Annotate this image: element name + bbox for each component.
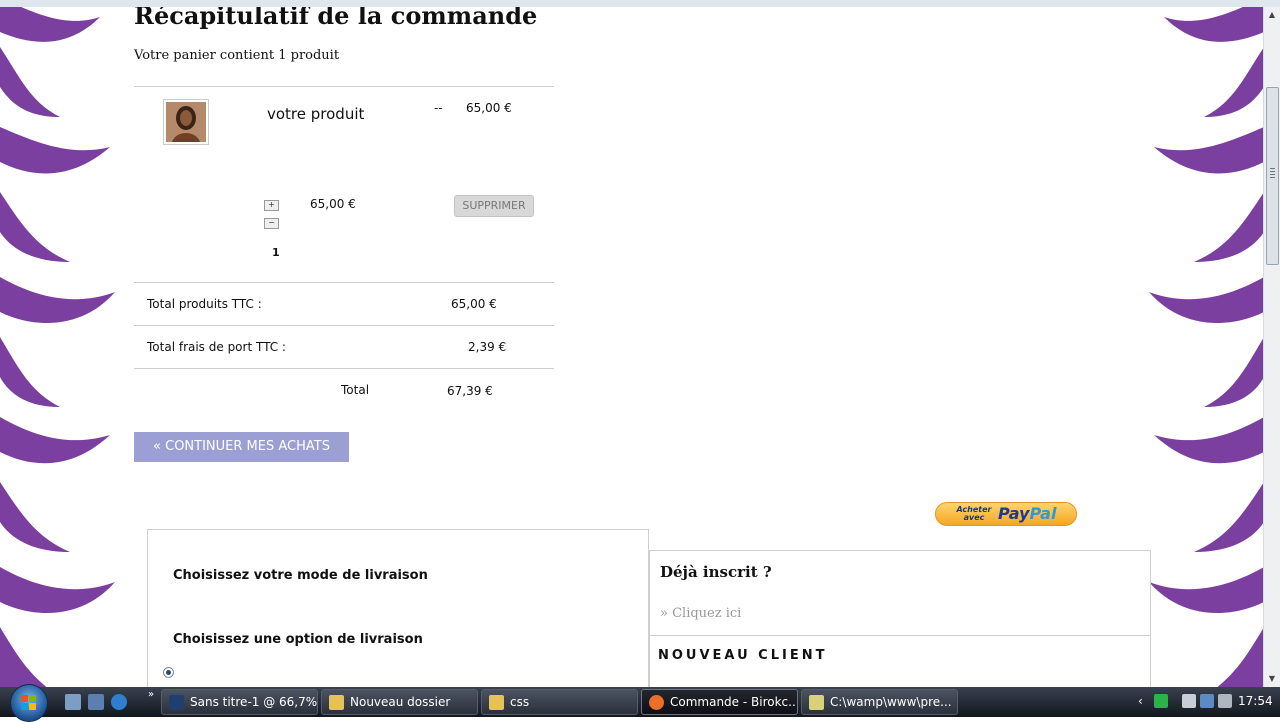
taskbar-button-folder[interactable]: Nouveau dossier bbox=[321, 689, 478, 715]
delivery-option-radio[interactable] bbox=[163, 667, 174, 678]
wamp-server-icon[interactable] bbox=[1154, 694, 1168, 708]
taskbar-button-css-folder[interactable]: css bbox=[481, 689, 638, 715]
grand-total-value: 67,39 € bbox=[447, 384, 493, 398]
scrollbar-thumb[interactable] bbox=[1266, 87, 1279, 265]
windows-logo-icon bbox=[21, 695, 37, 711]
continue-shopping-button[interactable]: « CONTINUER MES ACHATS bbox=[134, 432, 349, 462]
delivery-mode-heading: Choisissez votre mode de livraison bbox=[173, 568, 428, 583]
tray-expand-icon[interactable]: ‹ bbox=[1138, 694, 1143, 708]
network-icon[interactable] bbox=[1200, 694, 1214, 708]
delivery-panel bbox=[147, 529, 649, 687]
login-link[interactable]: » Cliquez ici bbox=[660, 606, 741, 621]
windows-taskbar: » Sans titre-1 @ 66,7%... Nouveau dossie… bbox=[0, 684, 1280, 722]
product-attribute-dash: -- bbox=[434, 101, 443, 115]
page-viewport: Récapitulatif de la commande Votre panie… bbox=[0, 7, 1264, 687]
delete-button[interactable]: SUPPRIMER bbox=[454, 195, 534, 217]
paypal-small-text: Acheter avec bbox=[956, 505, 992, 522]
unit-price: 65,00 € bbox=[466, 101, 512, 115]
folder-icon bbox=[489, 695, 504, 710]
taskbar-button-label: Nouveau dossier bbox=[350, 695, 451, 709]
total-products-label: Total produits TTC : bbox=[147, 297, 262, 311]
device-icon[interactable] bbox=[1182, 694, 1196, 708]
internet-explorer-icon[interactable] bbox=[111, 694, 127, 710]
start-button[interactable] bbox=[10, 684, 48, 722]
page-title: Récapitulatif de la commande bbox=[134, 7, 538, 30]
already-registered-heading: Déjà inscrit ? bbox=[660, 563, 772, 581]
scroll-up-arrow-icon[interactable]: ▲ bbox=[1266, 10, 1278, 20]
volume-icon[interactable] bbox=[1218, 694, 1232, 708]
total-shipping-label: Total frais de port TTC : bbox=[147, 340, 286, 354]
divider bbox=[134, 86, 554, 87]
divider bbox=[134, 282, 554, 283]
photoshop-icon bbox=[169, 695, 184, 710]
cart-count: Votre panier contient 1 produit bbox=[134, 48, 340, 63]
taskbar-button-label: css bbox=[510, 695, 530, 709]
paypal-logo-pay: Pay bbox=[998, 504, 1030, 523]
line-total: 65,00 € bbox=[310, 197, 356, 211]
divider bbox=[134, 325, 554, 326]
taskbar-button-label: Commande - Birokc... bbox=[670, 695, 798, 709]
total-products-value: 65,00 € bbox=[451, 297, 497, 311]
switch-windows-icon[interactable] bbox=[88, 694, 104, 710]
notepad-icon bbox=[809, 695, 824, 710]
paypal-logo: PayPal bbox=[998, 504, 1056, 523]
divider bbox=[134, 368, 554, 369]
firefox-icon bbox=[649, 695, 664, 710]
total-shipping-value: 2,39 € bbox=[468, 340, 507, 354]
show-desktop-icon[interactable] bbox=[65, 694, 81, 710]
quantity-increase-button[interactable]: + bbox=[264, 200, 279, 211]
taskbar-button-label: C:\wamp\www\pre... bbox=[830, 695, 952, 709]
taskbar-button-firefox[interactable]: Commande - Birokc... bbox=[641, 689, 798, 715]
paypal-logo-pal: Pal bbox=[1029, 504, 1057, 523]
new-client-heading[interactable]: NOUVEAU CLIENT bbox=[658, 648, 827, 663]
scroll-down-arrow-icon[interactable]: ▼ bbox=[1266, 674, 1278, 684]
taskbar-button-label: Sans titre-1 @ 66,7%... bbox=[190, 695, 318, 709]
product-thumbnail[interactable] bbox=[163, 99, 209, 145]
divider bbox=[650, 635, 1150, 636]
folder-icon bbox=[329, 695, 344, 710]
decorative-left-pattern bbox=[0, 7, 115, 687]
paypal-button[interactable]: Acheter avec PayPal bbox=[935, 502, 1077, 526]
account-panel: Déjà inscrit ? » Cliquez ici NOUVEAU CLI… bbox=[649, 550, 1151, 687]
quicklaunch-overflow-icon[interactable]: » bbox=[148, 689, 154, 700]
product-name[interactable]: votre produit bbox=[267, 105, 364, 123]
taskbar-button-editor[interactable]: C:\wamp\www\pre... bbox=[801, 689, 958, 715]
quantity-decrease-button[interactable]: − bbox=[264, 218, 279, 229]
delivery-option-heading: Choisissez une option de livraison bbox=[173, 632, 423, 647]
vertical-scrollbar[interactable]: ▲ ▼ bbox=[1263, 7, 1280, 687]
clock[interactable]: 17:54 bbox=[1238, 694, 1273, 708]
decorative-right-pattern bbox=[1149, 7, 1264, 687]
grand-total-label: Total bbox=[341, 383, 370, 397]
quantity-value: 1 bbox=[272, 246, 280, 259]
taskbar-button-photoshop[interactable]: Sans titre-1 @ 66,7%... bbox=[161, 689, 318, 715]
